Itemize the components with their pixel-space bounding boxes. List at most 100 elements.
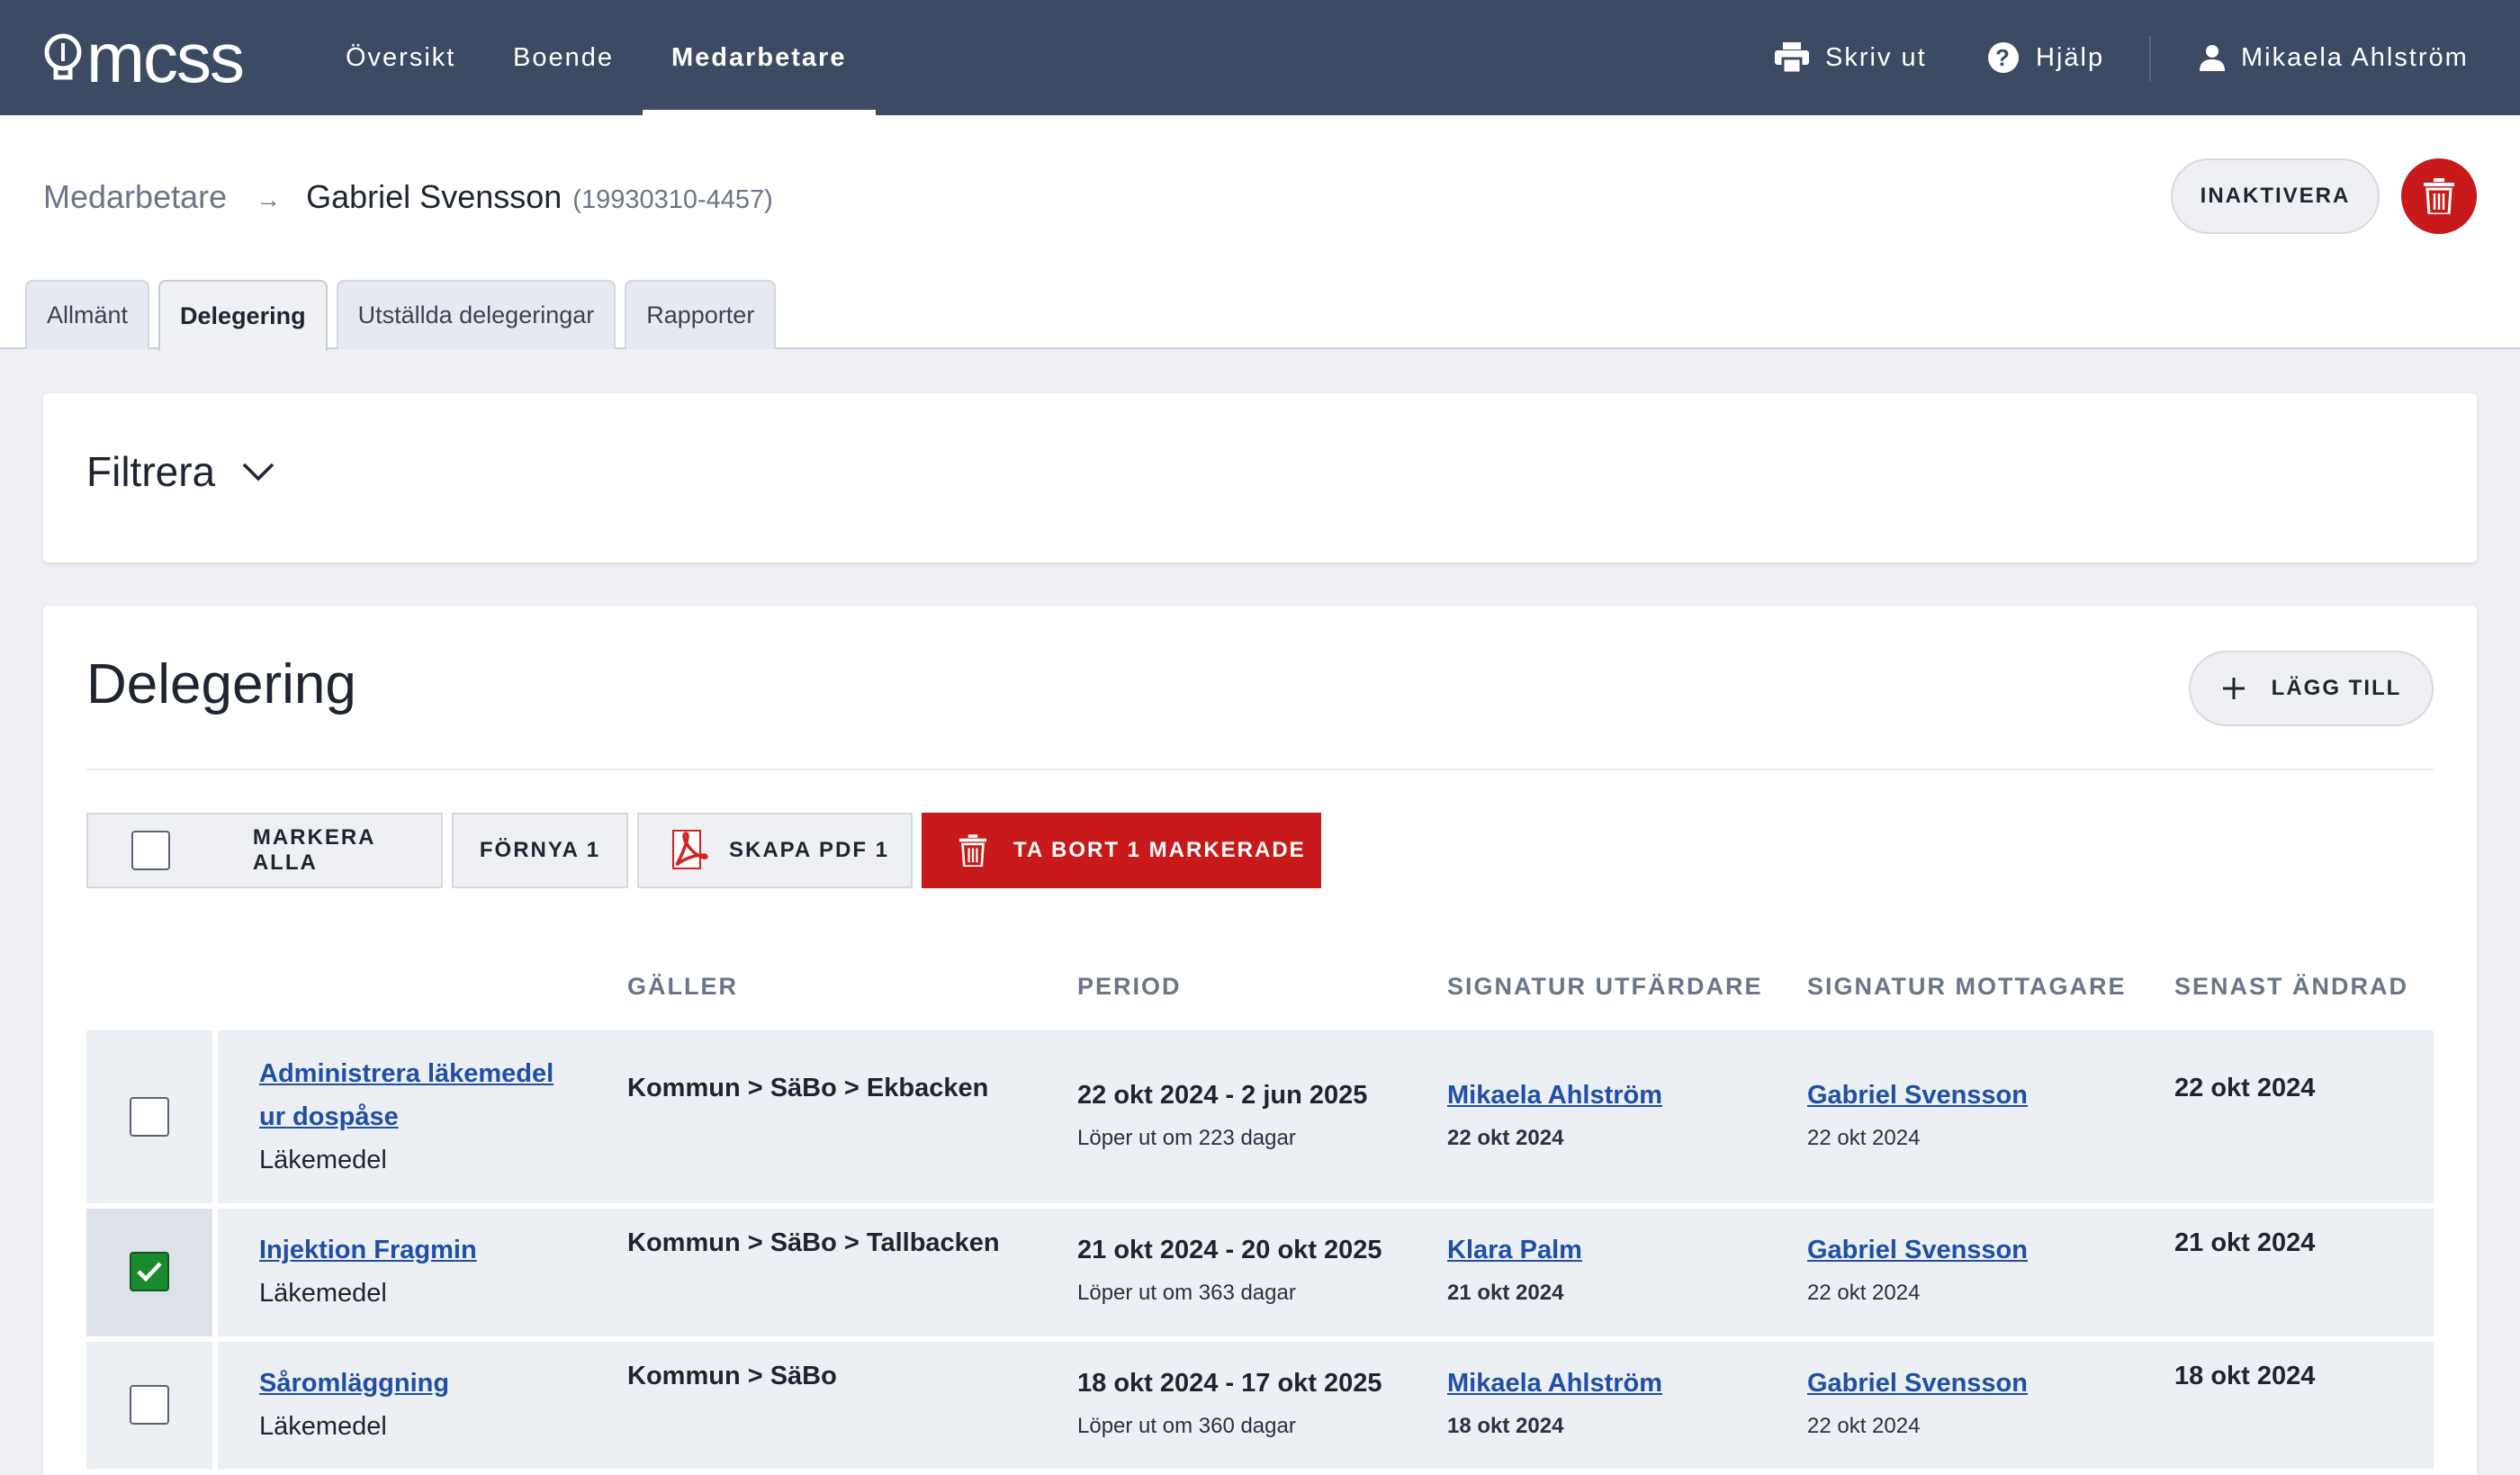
tab-delegering[interactable]: Delegering [158, 280, 328, 351]
select-all-button[interactable]: MARKERA ALLA [86, 813, 443, 888]
delegation-name-cell: Injektion Fragmin Läkemedel [259, 1228, 477, 1315]
page-header: Medarbetare → Gabriel Svensson (19930310… [0, 115, 2520, 351]
row-select-cell [86, 1209, 212, 1336]
print-label: Skriv ut [1825, 42, 1927, 72]
column-header-signatur-utfardare[interactable]: SIGNATUR UTFÄRDARE [1447, 973, 1762, 1001]
logo-text: mcss [86, 18, 245, 97]
bulk-action-toolbar: MARKERA ALLA FÖRNYA 1 SKAPA PDF 1 TA BOR… [86, 813, 1330, 888]
period-range: 18 okt 2024 - 17 okt 2025 [1077, 1369, 1382, 1398]
delegation-category: Läkemedel [259, 1146, 387, 1174]
trash-icon [2424, 178, 2454, 214]
last-changed: 18 okt 2024 [2174, 1362, 2316, 1390]
breadcrumb-arrow-icon: → [256, 185, 282, 213]
receiver-link[interactable]: Gabriel Svensson [1807, 1074, 2028, 1117]
mcss-logo[interactable]: mcss [43, 18, 245, 97]
svg-text:?: ? [1995, 44, 2012, 71]
user-name: Mikaela Ahlström [2241, 42, 2469, 72]
tab-rapporter[interactable]: Rapporter [625, 280, 777, 349]
section-title: Delegering [86, 653, 356, 715]
column-header-signatur-mottagare[interactable]: SIGNATUR MOTTAGARE [1807, 973, 2126, 1001]
select-all-label: MARKERA ALLA [252, 825, 375, 875]
plus-icon [2222, 678, 2245, 699]
receiver-link[interactable]: Gabriel Svensson [1807, 1362, 2028, 1405]
select-all-checkbox[interactable] [131, 831, 170, 870]
nav-item-oversikt[interactable]: Översikt [346, 0, 455, 115]
column-header-period[interactable]: PERIOD [1077, 973, 1182, 1001]
pdf-icon [672, 830, 708, 869]
receiver-date: 22 okt 2024 [1807, 1414, 1921, 1438]
issuer-date: 22 okt 2024 [1447, 1126, 1564, 1150]
delegation-category: Läkemedel [259, 1279, 387, 1308]
row-checkbox[interactable] [130, 1097, 169, 1137]
issuer-date: 18 okt 2024 [1447, 1414, 1564, 1438]
tab-utstallda-delegeringar[interactable]: Utställda delegeringar [336, 280, 616, 349]
receiver-date: 22 okt 2024 [1807, 1281, 1921, 1305]
issuer-date: 21 okt 2024 [1447, 1281, 1564, 1305]
add-label: LÄGG TILL [2271, 676, 2402, 700]
delegation-card: Delegering LÄGG TILL MARKERA ALLA FÖRNYA… [43, 606, 2477, 1475]
chevron-down-icon [242, 463, 274, 481]
row-separator [212, 1342, 218, 1470]
tab-bar: Allmänt Delegering Utställda delegeringa… [25, 280, 785, 351]
issuer-link[interactable]: Mikaela Ahlström [1447, 1362, 1662, 1405]
receiver-date: 22 okt 2024 [1807, 1126, 1921, 1150]
topbar-divider [2149, 36, 2151, 81]
nav-item-medarbetare[interactable]: Medarbetare [671, 0, 846, 115]
filter-card: Filtrera [43, 393, 2477, 562]
delegation-category: Läkemedel [259, 1412, 387, 1441]
issuer-link[interactable]: Klara Palm [1447, 1228, 1582, 1272]
issuer-cell: Klara Palm 21 okt 2024 [1447, 1228, 1582, 1315]
trash-icon [959, 834, 986, 867]
row-checkbox-checked[interactable] [130, 1252, 169, 1291]
inactivate-button[interactable]: INAKTIVERA [2171, 158, 2380, 234]
row-select-cell [86, 1030, 212, 1203]
delegation-name-cell: Administrera läkemedel ur dospåse Läkeme… [259, 1052, 554, 1182]
create-pdf-label: SKAPA PDF 1 [729, 838, 890, 862]
period-cell: 21 okt 2024 - 20 okt 2025 Löper ut om 36… [1077, 1228, 1382, 1315]
delete-selected-label: TA BORT 1 MARKERADE [1013, 838, 1306, 862]
add-delegation-button[interactable]: LÄGG TILL [2189, 651, 2434, 726]
row-separator [212, 1030, 218, 1203]
checkmark-icon [137, 1262, 162, 1282]
renew-button[interactable]: FÖRNYA 1 [452, 813, 628, 888]
period-expires: Löper ut om 363 dagar [1077, 1281, 1296, 1305]
user-menu[interactable]: Mikaela Ahlström [2200, 0, 2469, 115]
nav-item-boende[interactable]: Boende [513, 0, 614, 115]
receiver-cell: Gabriel Svensson 22 okt 2024 [1807, 1362, 2028, 1448]
last-changed: 22 okt 2024 [2174, 1074, 2316, 1102]
filter-toggle[interactable]: Filtrera [86, 447, 274, 496]
row-select-cell [86, 1342, 212, 1470]
tab-allmant[interactable]: Allmänt [25, 280, 150, 349]
applies-to: Kommun > SäBo [627, 1362, 837, 1390]
delete-selected-button[interactable]: TA BORT 1 MARKERADE [922, 813, 1321, 888]
column-header-galler[interactable]: GÄLLER [627, 973, 738, 1001]
page-title: Gabriel Svensson [306, 178, 562, 215]
delete-employee-button[interactable] [2401, 158, 2477, 234]
period-range: 22 okt 2024 - 2 jun 2025 [1077, 1081, 1368, 1110]
applies-to: Kommun > SäBo > Tallbacken [627, 1228, 1000, 1257]
period-range: 21 okt 2024 - 20 okt 2025 [1077, 1236, 1382, 1264]
help-button[interactable]: ? Hjälp [1987, 0, 2104, 115]
print-button[interactable]: Skriv ut [1775, 0, 1927, 115]
section-divider [86, 769, 2434, 770]
applies-to: Kommun > SäBo > Ekbacken [627, 1074, 989, 1102]
breadcrumb-parent-link[interactable]: Medarbetare [43, 178, 227, 216]
person-id: (19930310-4457) [572, 185, 773, 214]
help-label: Hjälp [2036, 42, 2105, 72]
delegation-name-link[interactable]: Injektion Fragmin [259, 1228, 477, 1272]
issuer-cell: Mikaela Ahlström 22 okt 2024 [1447, 1074, 1662, 1160]
issuer-link[interactable]: Mikaela Ahlström [1447, 1074, 1662, 1117]
receiver-link[interactable]: Gabriel Svensson [1807, 1228, 2028, 1272]
issuer-cell: Mikaela Ahlström 18 okt 2024 [1447, 1362, 1662, 1448]
period-cell: 18 okt 2024 - 17 okt 2025 Löper ut om 36… [1077, 1362, 1382, 1448]
delegation-name-link[interactable]: Såromläggning [259, 1362, 449, 1405]
column-header-senast-andrad[interactable]: SENAST ÄNDRAD [2174, 973, 2408, 1001]
receiver-cell: Gabriel Svensson 22 okt 2024 [1807, 1074, 2028, 1160]
logo-bulb-icon [44, 33, 82, 80]
user-icon [2200, 45, 2225, 71]
row-checkbox[interactable] [130, 1385, 169, 1425]
delegation-name-link[interactable]: Administrera läkemedel [259, 1052, 554, 1095]
top-navigation-bar: mcss Översikt Boende Medarbetare Skriv u… [0, 0, 2520, 115]
delegation-name-link-line2[interactable]: ur dospåse [259, 1095, 554, 1138]
create-pdf-button[interactable]: SKAPA PDF 1 [637, 813, 913, 888]
